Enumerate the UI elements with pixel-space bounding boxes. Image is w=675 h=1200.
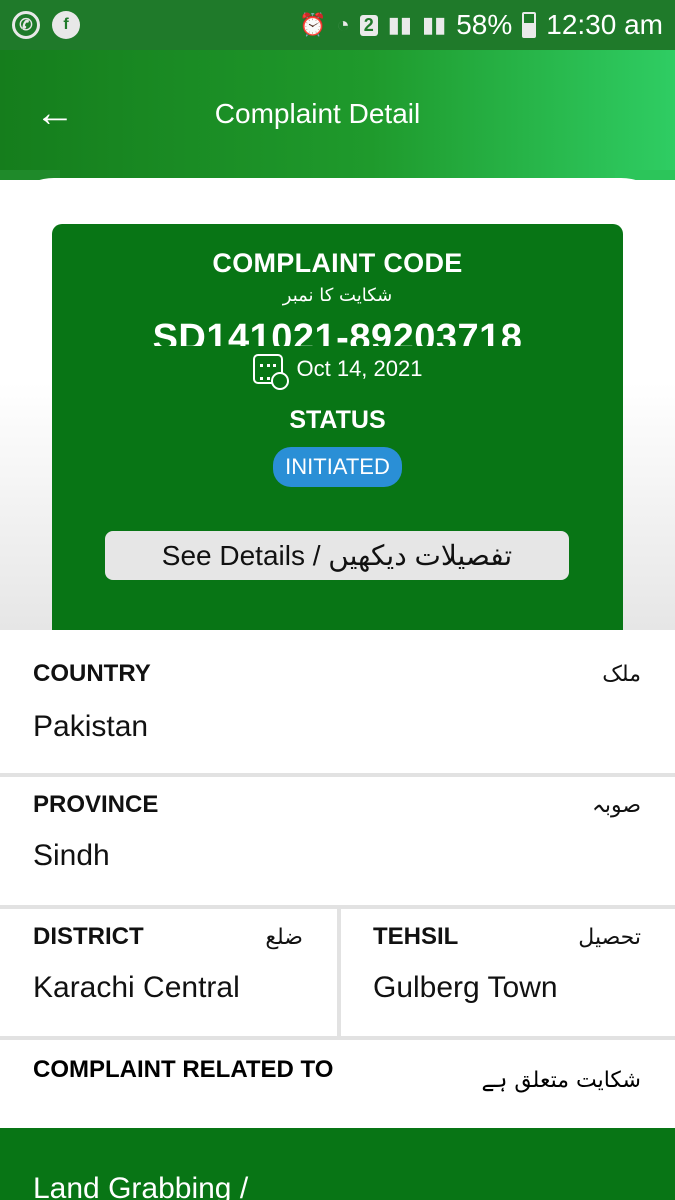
status-label: STATUS — [289, 406, 386, 434]
tehsil-label: TEHSIL — [373, 923, 459, 950]
see-details-button[interactable]: See Details / تفصیلات دیکھیں — [105, 531, 569, 580]
calendar-clock-icon — [252, 354, 289, 390]
sim-badge: 2 — [359, 14, 378, 36]
province-label-urdu: صوبہ — [591, 793, 641, 818]
province-value: Sindh — [33, 839, 110, 872]
facebook-icon: f — [52, 11, 80, 39]
related-value-band: Land Grabbing / — [0, 1128, 675, 1200]
related-label-urdu: شکایت متعلق ہے — [481, 1068, 641, 1093]
alarm-icon: ⏰ — [299, 12, 327, 37]
signal-icon: ▮▮ — [387, 12, 412, 37]
tehsil-cell: TEHSIL تحصیل Gulberg Town — [341, 909, 675, 1038]
country-label: COUNTRY — [33, 660, 151, 687]
complaint-date: Oct 14, 2021 — [296, 356, 423, 381]
signal-icon-2: ▮▮ — [421, 12, 447, 37]
app-header: ← Complaint Detail — [0, 50, 675, 180]
country-label-urdu: ملک — [602, 662, 641, 687]
battery-percent: 58% — [456, 9, 513, 40]
complaint-code-title-urdu: شکایت کا نمبر — [282, 285, 393, 306]
battery-icon — [522, 12, 537, 38]
complaint-code-card: COMPLAINT CODE شکایت کا نمبر SD141021-89… — [52, 224, 623, 630]
complaint-code-title: COMPLAINT CODE — [212, 248, 463, 278]
status-badge: INITIATED — [273, 447, 402, 487]
country-row: COUNTRY ملک Pakistan — [0, 630, 675, 773]
clock: 12:30 am — [546, 9, 663, 40]
country-value: Pakistan — [33, 710, 149, 743]
tehsil-label-urdu: تحصیل — [578, 925, 641, 950]
district-value: Karachi Central — [33, 971, 240, 1004]
wifi-icon: ◔ — [336, 12, 350, 37]
complaint-code-number: SD141021-89203718 — [152, 317, 523, 346]
district-tehsil-row: DISTRICT ضلع Karachi Central TEHSIL تحصی… — [0, 909, 675, 1038]
related-row: COMPLAINT RELATED TO شکایت متعلق ہے — [0, 1040, 675, 1128]
whatsapp-icon: ✆ — [12, 11, 40, 39]
district-cell: DISTRICT ضلع Karachi Central — [0, 909, 337, 1038]
related-label: COMPLAINT RELATED TO — [33, 1056, 334, 1083]
tehsil-value: Gulberg Town — [373, 971, 558, 1004]
date-row: Oct 14, 2021 — [52, 354, 623, 390]
related-value: Land Grabbing / — [33, 1172, 249, 1200]
province-row: PROVINCE صوبہ Sindh — [0, 777, 675, 905]
district-label-urdu: ضلع — [265, 925, 303, 950]
status-bar: ✆ f ⏰ ◔ 2 ▮▮ ▮▮ 58% 12:30 am — [0, 0, 675, 50]
page-title: Complaint Detail — [214, 98, 421, 129]
district-label: DISTRICT — [33, 923, 144, 950]
province-label: PROVINCE — [33, 791, 159, 818]
